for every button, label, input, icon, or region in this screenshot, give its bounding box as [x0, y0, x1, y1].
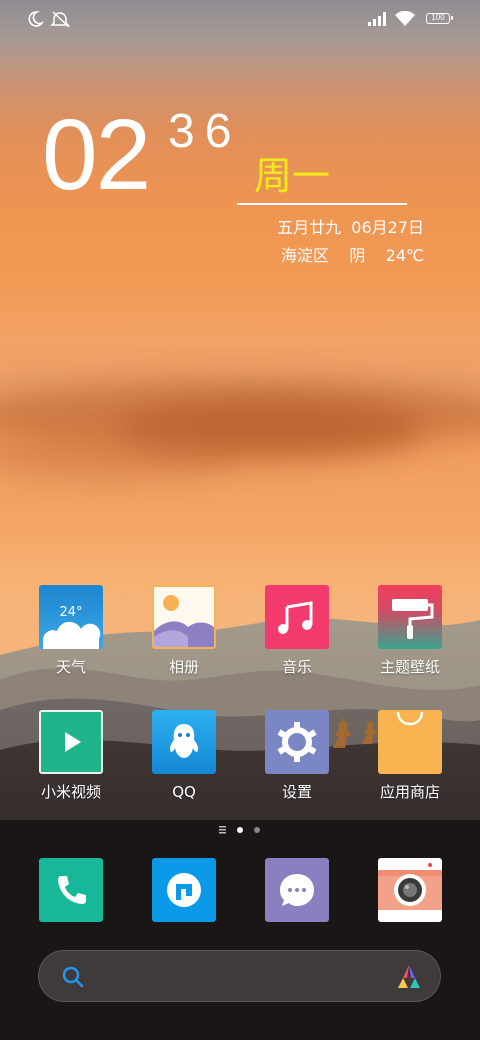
app-label: 设置	[281, 783, 312, 801]
camera-icon	[378, 863, 442, 910]
wifi-icon	[395, 11, 415, 26]
status-bar: 100	[0, 0, 480, 40]
lunar-date: 五月廿九 06月27日	[277, 218, 424, 237]
app-label: 主题壁纸	[379, 658, 440, 676]
battery-icon: 100	[426, 13, 453, 24]
app-label: 小米视频	[40, 783, 101, 801]
dock-phone[interactable]	[39, 858, 103, 922]
app-store[interactable]: 应用商店	[355, 710, 465, 802]
gallery-icon	[152, 585, 216, 649]
app-video[interactable]: 小米视频	[16, 710, 126, 802]
divider	[237, 203, 407, 205]
search-icon	[62, 966, 84, 988]
app-qq[interactable]: QQ	[129, 710, 239, 802]
video-icon	[39, 710, 103, 774]
browser-icon	[167, 873, 201, 907]
weather-summary[interactable]: 海淀区 阴 24℃	[281, 242, 424, 266]
clock-minute[interactable]: 36	[168, 104, 241, 160]
signal-icon	[368, 12, 386, 26]
messages-icon	[280, 874, 314, 906]
app-label: QQ	[172, 783, 196, 801]
home-screen: 100 02 36 周一 五月廿九 06月27日 海淀区 阴 24℃ 24° 天…	[0, 0, 480, 1040]
search-input[interactable]	[103, 961, 387, 993]
app-label: 应用商店	[379, 783, 440, 801]
moon-icon	[28, 11, 44, 27]
app-weather[interactable]: 24° 天气	[16, 585, 126, 677]
dock-browser[interactable]	[152, 858, 216, 922]
app-label: 相册	[168, 658, 199, 676]
app-gallery[interactable]: 相册	[129, 585, 239, 677]
search-bar[interactable]	[38, 950, 441, 1002]
cloud-band	[0, 430, 240, 480]
clock-hour[interactable]: 02	[42, 100, 151, 210]
home-overview-icon	[219, 826, 226, 834]
page-indicator[interactable]	[0, 824, 480, 836]
dock-messages[interactable]	[265, 858, 329, 922]
phone-icon	[58, 876, 86, 904]
mute-icon	[50, 11, 70, 28]
app-themes[interactable]: 主题壁纸	[355, 585, 465, 677]
weather-icon: 24°	[39, 585, 103, 649]
themes-icon	[378, 585, 442, 649]
app-music[interactable]: 音乐	[242, 585, 352, 677]
qq-icon	[152, 710, 216, 774]
app-store-icon	[378, 710, 442, 774]
settings-icon	[265, 710, 329, 774]
music-icon	[265, 585, 329, 649]
app-label: 天气	[55, 658, 86, 676]
dock-camera[interactable]	[378, 858, 442, 922]
weekday-label: 周一	[254, 154, 331, 198]
app-label: 音乐	[281, 658, 312, 676]
app-settings[interactable]: 设置	[242, 710, 352, 802]
assistant-icon[interactable]	[394, 962, 424, 992]
